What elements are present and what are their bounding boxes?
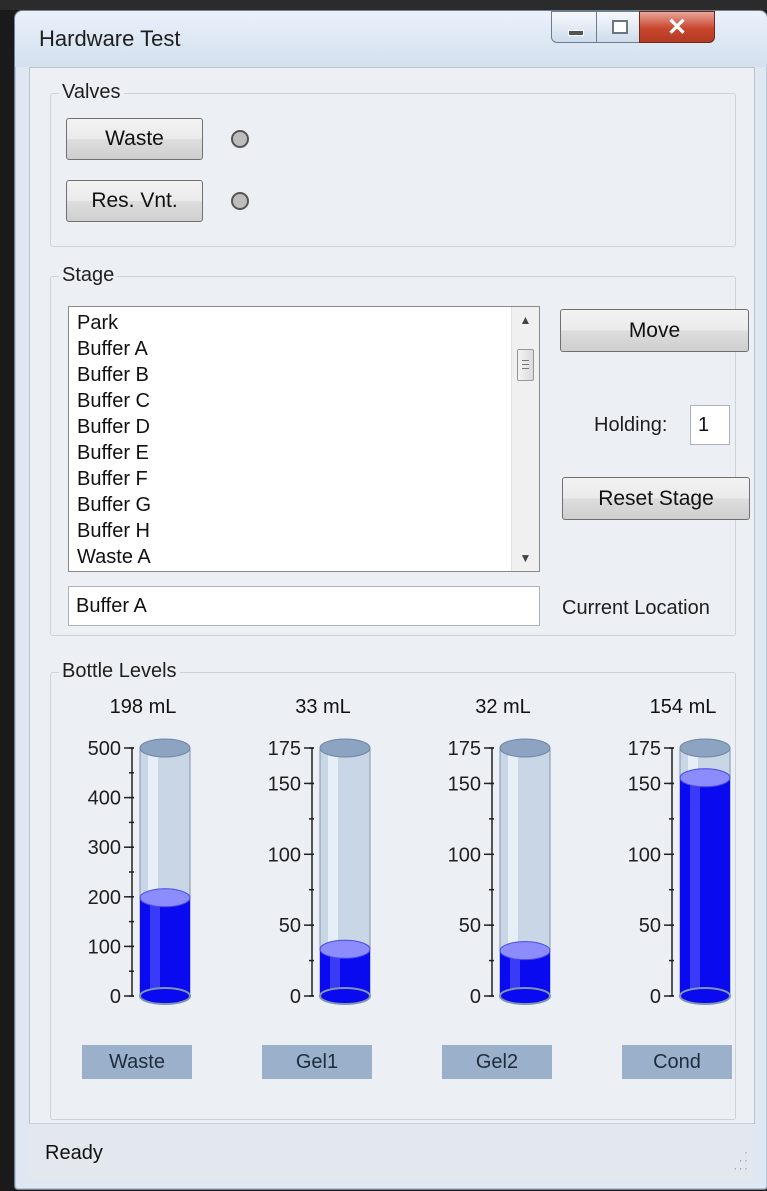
liquid-surface — [139, 888, 191, 908]
list-item[interactable]: Park — [77, 310, 118, 336]
tick-label: 175 — [628, 738, 661, 760]
list-item[interactable]: Buffer C — [77, 388, 150, 414]
list-item[interactable]: Buffer B — [77, 362, 149, 388]
tube-top-cap — [499, 738, 551, 758]
client-area: Valves Waste Res. Vnt. Stage Park Buffer… — [29, 67, 755, 1124]
liquid-surface — [679, 768, 731, 788]
liquid-fill — [140, 897, 190, 996]
gauge-name: Cond — [622, 1045, 732, 1079]
holding-label: Holding: — [594, 414, 668, 436]
gel1-gauge: 33 mL 175 150 100 50 0 Gel1 — [248, 696, 398, 1116]
scroll-up-icon[interactable]: ▲ — [512, 309, 539, 331]
tube-top-cap — [139, 738, 191, 758]
waste-valve-button[interactable]: Waste — [66, 118, 203, 160]
tube-bottom-cap — [139, 987, 191, 1005]
tick-label: 150 — [448, 773, 481, 795]
gauge-value: 198 mL — [109, 696, 177, 718]
res-vent-valve-button[interactable]: Res. Vnt. — [66, 180, 203, 222]
status-bar: Ready · · · · · · — [29, 1123, 753, 1180]
tick-label: 100 — [448, 844, 481, 866]
title-bar[interactable]: Hardware Test ✕ — [15, 11, 767, 67]
tick-label: 50 — [639, 915, 661, 937]
resize-grip-icon[interactable]: · · · · · · — [733, 1146, 748, 1174]
bottle-levels-group-title: Bottle Levels — [59, 660, 180, 683]
stage-position-list[interactable]: Park Buffer A Buffer B Buffer C Buffer D… — [68, 306, 540, 572]
hardware-test-window: Hardware Test ✕ Valves Waste Res. Vnt. S… — [14, 10, 767, 1190]
tick-label: 175 — [448, 738, 481, 760]
maximize-button[interactable] — [596, 11, 640, 43]
tick-label: 500 — [88, 738, 121, 760]
holding-field[interactable]: 1 — [690, 405, 730, 445]
gauge-value: 154 mL — [649, 696, 717, 718]
desktop-background — [0, 0, 767, 10]
reset-stage-button[interactable]: Reset Stage — [562, 477, 750, 520]
gel2-tube-svg: 175 150 100 50 0 — [448, 738, 551, 1008]
tube-bottom-cap — [679, 987, 731, 1005]
liquid-highlight — [690, 777, 700, 996]
waste-valve-indicator — [231, 130, 249, 148]
tube-bottom-cap — [319, 987, 371, 1005]
tick-label: 0 — [290, 986, 301, 1008]
waste-tube-svg: 500 400 300 200 100 0 — [88, 738, 191, 1008]
close-button[interactable]: ✕ — [639, 11, 715, 43]
current-location-label: Current Location — [562, 597, 710, 619]
gauge-name: Waste — [82, 1045, 192, 1079]
list-item[interactable]: Buffer E — [77, 440, 149, 466]
tick-label: 400 — [88, 788, 121, 810]
status-text: Ready — [45, 1142, 103, 1164]
tick-label: 150 — [628, 773, 661, 795]
tick-label: 100 — [628, 844, 661, 866]
res-vent-valve-indicator — [231, 192, 249, 210]
gauge-name: Gel2 — [442, 1045, 552, 1079]
tick-label: 300 — [88, 837, 121, 859]
waste-gauge: 198 mL 500 400 300 200 100 0 Waste — [68, 696, 218, 1116]
tick-label: 100 — [268, 844, 301, 866]
cond-gauge: 154 mL 175 150 100 50 0 Cond — [608, 696, 758, 1116]
list-item[interactable]: Buffer A — [77, 336, 148, 362]
tube-bottom-cap — [499, 987, 551, 1005]
tick-label: 100 — [88, 936, 121, 958]
list-item[interactable]: Buffer D — [77, 414, 150, 440]
scroll-down-icon[interactable]: ▼ — [512, 547, 539, 569]
gauge-value: 33 mL — [295, 696, 351, 718]
gauge-name: Gel1 — [262, 1045, 372, 1079]
minimize-icon — [568, 30, 584, 36]
tick-label: 0 — [470, 986, 481, 1008]
liquid-highlight — [150, 897, 160, 996]
tick-label: 200 — [88, 887, 121, 909]
move-button[interactable]: Move — [560, 309, 749, 352]
gel1-tube-svg: 175 150 100 50 0 — [268, 738, 371, 1008]
current-location-field[interactable]: Buffer A — [68, 586, 540, 626]
gel2-gauge: 32 mL 175 150 100 50 0 Gel2 — [428, 696, 578, 1116]
list-scrollbar[interactable]: ▲ ▼ — [511, 307, 539, 571]
scroll-thumb[interactable] — [517, 349, 534, 381]
valves-group-title: Valves — [59, 81, 124, 104]
tick-label: 0 — [650, 986, 661, 1008]
close-icon: ✕ — [666, 14, 688, 41]
tick-label: 0 — [110, 986, 121, 1008]
window-title: Hardware Test — [39, 26, 181, 51]
liquid-surface — [319, 939, 371, 959]
liquid-surface — [499, 941, 551, 961]
maximize-icon — [612, 20, 628, 34]
minimize-button[interactable] — [551, 11, 597, 43]
list-item[interactable]: Buffer F — [77, 466, 148, 492]
cond-tube-svg: 175 150 100 50 0 — [628, 738, 731, 1008]
tube-top-cap — [319, 738, 371, 758]
tick-label: 175 — [268, 738, 301, 760]
tick-label: 50 — [279, 915, 301, 937]
liquid-fill — [680, 777, 730, 996]
tick-label: 50 — [459, 915, 481, 937]
tube-top-cap — [679, 738, 731, 758]
list-item[interactable]: Buffer H — [77, 518, 150, 544]
list-item[interactable]: Buffer G — [77, 492, 151, 518]
list-item[interactable]: Waste A — [77, 544, 151, 570]
stage-group-title: Stage — [59, 264, 118, 287]
tick-label: 150 — [268, 773, 301, 795]
valves-group: Valves Waste Res. Vnt. — [50, 81, 736, 247]
gauge-value: 32 mL — [475, 696, 531, 718]
